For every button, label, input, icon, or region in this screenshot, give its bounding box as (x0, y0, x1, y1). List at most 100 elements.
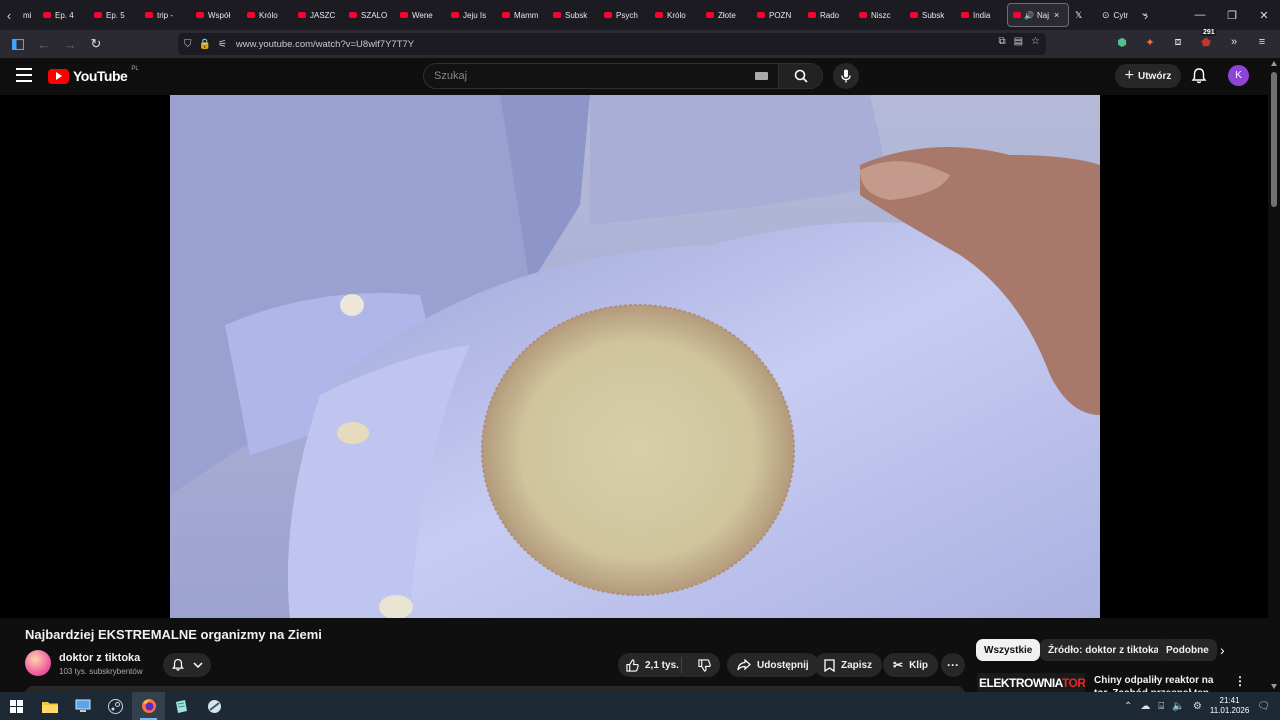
sidebar-toggle-icon[interactable] (6, 32, 30, 56)
shield-icon[interactable]: ⛉ (184, 39, 192, 50)
tab-13[interactable]: Królo (650, 3, 701, 27)
forward-icon[interactable]: → (58, 32, 82, 56)
extensions-puzzle-icon[interactable]: ⧈ (1170, 34, 1186, 50)
share-button[interactable]: Udostępnij (727, 653, 819, 677)
tray-chevron-up-icon[interactable]: ⌃ (1124, 701, 1132, 712)
chip-similar[interactable]: Podobne (1158, 639, 1217, 661)
close-tab-icon[interactable]: × (1054, 10, 1059, 20)
youtube-icon (196, 12, 204, 18)
keyboard-icon[interactable] (755, 72, 768, 80)
channel-name[interactable]: doktor z tiktoka (59, 652, 140, 664)
speaker-icon[interactable]: 🔊 (1024, 11, 1034, 20)
firefox-icon[interactable] (132, 692, 165, 720)
tab-2[interactable]: Ep. 5 (89, 3, 140, 27)
extension-shield-icon[interactable]: ⬢ (1114, 34, 1130, 50)
tabs-scroll-left-icon[interactable]: ‹ (0, 0, 18, 30)
url-text[interactable]: www.youtube.com/watch?v=U8wlf7Y7T7Y (236, 39, 414, 50)
search-button[interactable] (778, 64, 822, 88)
tab-3[interactable]: trip - (140, 3, 191, 27)
scroll-down-icon[interactable] (1271, 684, 1277, 689)
channel-avatar[interactable] (25, 650, 51, 676)
youtube-logo[interactable]: YouTube PL (48, 66, 139, 84)
tab-active[interactable]: 🔊 Naj × (1007, 3, 1069, 27)
account-avatar[interactable]: K (1228, 65, 1249, 86)
tab-19[interactable]: India (956, 3, 1007, 27)
clip-button[interactable]: ✂ Klip (883, 653, 938, 677)
chevron-right-icon[interactable]: › (1220, 642, 1225, 658)
overflow-chevron-icon[interactable]: » (1226, 34, 1242, 50)
file-explorer-icon[interactable] (33, 692, 66, 720)
tab-1[interactable]: Ep. 4 (38, 3, 89, 27)
tab-label: Subsk (565, 10, 588, 20)
video-frame[interactable] (170, 95, 1100, 618)
scroll-up-icon[interactable] (1271, 61, 1277, 66)
video-player[interactable] (0, 95, 1268, 618)
tab-6[interactable]: JASZC (293, 3, 344, 27)
more-actions-button[interactable]: ··· (941, 653, 965, 677)
windows-start-icon[interactable] (0, 692, 33, 720)
chip-source[interactable]: Źródło: doktor z tiktoka (1040, 639, 1168, 661)
page-scrollbar[interactable] (1268, 58, 1280, 692)
back-icon[interactable]: ← (32, 32, 56, 56)
chip-all[interactable]: Wszystkie (976, 639, 1041, 661)
reader-view-icon[interactable]: ▤ (1014, 36, 1023, 47)
reload-icon[interactable]: ↻ (84, 32, 108, 56)
guide-menu-icon[interactable] (16, 68, 32, 82)
tab-cytr[interactable]: ⊙ Cytr (1097, 3, 1137, 27)
tab-4[interactable]: Współ (191, 3, 242, 27)
network-icon[interactable]: ⌸ (1158, 701, 1164, 712)
youtube-wordmark: YouTube (73, 68, 128, 84)
tab-12[interactable]: Psych (599, 3, 650, 27)
ublock-icon[interactable]: ⬟ 291 (1198, 29, 1216, 50)
tab-11[interactable]: Subsk (548, 3, 599, 27)
voice-search-button[interactable] (833, 63, 859, 89)
notes-app-icon[interactable] (165, 692, 198, 720)
notification-center-icon[interactable]: 🗨 (1257, 701, 1270, 712)
tab-17[interactable]: Niszc (854, 3, 905, 27)
url-bar[interactable]: ⛉ 🔒 ⚟ www.youtube.com/watch?v=U8wlf7Y7T7… (178, 33, 1046, 55)
tab-list-dropdown-icon[interactable]: ⌄ (1140, 6, 1149, 19)
search-input[interactable]: Szukaj (434, 70, 755, 82)
extension-fox-icon[interactable]: ✦ (1142, 34, 1158, 50)
permissions-icon[interactable]: ⚟ (218, 39, 227, 50)
tab-0[interactable]: mi (18, 3, 38, 27)
browser-app-icon[interactable] (198, 692, 231, 720)
tab-16[interactable]: Rado (803, 3, 854, 27)
recommendation-thumbnail[interactable]: ELEKTROWNIATOROWA? (977, 673, 1085, 693)
tab-18[interactable]: Subsk (905, 3, 956, 27)
tab-5[interactable]: Królo (242, 3, 293, 27)
tab-7[interactable]: SZALO (344, 3, 395, 27)
subscription-bell-button[interactable] (163, 653, 211, 677)
steam-icon[interactable] (99, 692, 132, 720)
tab-9[interactable]: Jeju Is (446, 3, 497, 27)
tray-app-icon[interactable]: ⚙ (1193, 701, 1202, 712)
minimize-icon[interactable]: — (1184, 0, 1216, 30)
dislike-button[interactable] (688, 658, 720, 672)
tab-label: Subsk (922, 10, 945, 20)
scrollbar-thumb[interactable] (1271, 72, 1277, 207)
bookmark-star-icon[interactable]: ☆ (1031, 36, 1040, 47)
restore-icon[interactable]: ❐ (1216, 0, 1248, 30)
onedrive-icon[interactable]: ☁ (1140, 701, 1150, 712)
recommendation-more-icon[interactable]: ⋮ (1234, 674, 1246, 688)
recommendation-title[interactable]: Chiny odpaliły reaktor na tor. Zachód pr… (1094, 674, 1226, 693)
notifications-button[interactable] (1190, 67, 1208, 85)
search-box[interactable]: Szukaj (423, 63, 823, 89)
browser-toolbar-right: ⬢ ✦ ⧈ ⬟ 291 » ≡ (1114, 29, 1270, 50)
picture-in-picture-icon[interactable]: ⧉ (998, 36, 1005, 47)
like-button[interactable]: 2,1 tys. (618, 657, 683, 673)
tab-15[interactable]: POZN (752, 3, 803, 27)
close-window-icon[interactable]: ✕ (1248, 0, 1280, 30)
create-button[interactable]: + Utwórz (1115, 64, 1181, 88)
tab-14[interactable]: Złote (701, 3, 752, 27)
volume-icon[interactable]: 🔈 (1172, 701, 1184, 712)
tab-8[interactable]: Wene (395, 3, 446, 27)
menu-hamburger-icon[interactable]: ≡ (1254, 34, 1270, 50)
computer-app-icon[interactable] (66, 692, 99, 720)
lock-icon[interactable]: 🔒 (199, 39, 211, 50)
tab-x[interactable]: 𝕏 (1069, 3, 1097, 27)
save-button[interactable]: Zapisz (814, 653, 883, 677)
clock-date: 11.01.2026 (1209, 706, 1250, 715)
tab-10[interactable]: Mamm (497, 3, 548, 27)
clock[interactable]: 21:41 11.01.2026 (1210, 696, 1249, 716)
